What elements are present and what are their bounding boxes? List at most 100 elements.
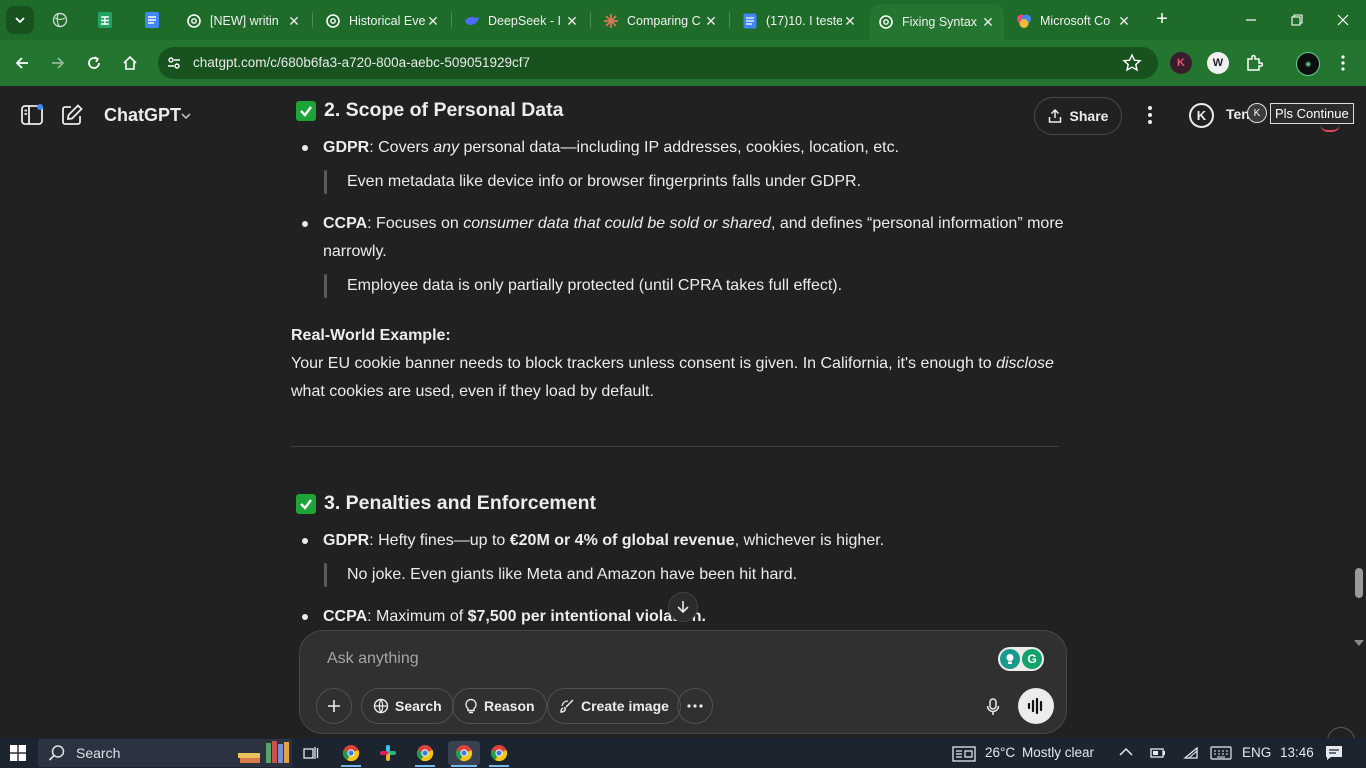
lightbulb-icon — [465, 698, 477, 714]
reload-button[interactable] — [81, 50, 107, 76]
taskbar-chrome-icon[interactable] — [338, 741, 364, 765]
keyboard-icon[interactable] — [1210, 746, 1232, 760]
tab-microsoft-copilot[interactable]: Microsoft Co ✕ — [1008, 6, 1140, 36]
openai-icon — [325, 13, 341, 29]
deepseek-icon — [464, 13, 480, 29]
search-button[interactable]: Search — [361, 688, 454, 724]
scrollbar-track[interactable] — [1352, 86, 1366, 646]
tab-strip: [NEW] writin ✕ Historical Eve ✕ DeepSeek… — [0, 0, 1366, 40]
example-label: Real-World Example: — [291, 327, 451, 344]
taskbar-search-label: Search — [76, 745, 121, 761]
sidebar-toggle-icon[interactable] — [20, 103, 44, 127]
back-button[interactable] — [9, 50, 35, 76]
extension-k-icon[interactable]: K — [1170, 52, 1192, 74]
create-image-button[interactable]: Create image — [547, 688, 681, 724]
new-tab-button[interactable]: + — [1150, 8, 1174, 32]
close-icon[interactable]: ✕ — [1116, 13, 1132, 29]
extension-w-icon[interactable]: W — [1207, 52, 1229, 74]
close-icon[interactable]: ✕ — [564, 13, 580, 29]
chevron-up-icon[interactable] — [1119, 747, 1133, 757]
url-text: chatgpt.com/c/680b6fa3-a720-800a-aebc-50… — [193, 55, 530, 70]
text-span: : Covers — [369, 139, 434, 156]
weather-temperature[interactable]: 26°C — [985, 745, 1015, 760]
taskbar-chrome-alt-icon[interactable] — [486, 741, 512, 765]
message-composer[interactable]: Ask anything G Search Reason Create imag… — [299, 630, 1067, 734]
composer-input[interactable]: Ask anything — [327, 650, 419, 668]
text-span: Your EU cookie banner needs to block tra… — [291, 355, 997, 372]
term-label: GDPR — [323, 532, 370, 549]
share-button[interactable]: Share — [1034, 97, 1122, 135]
pinned-tab-sheets[interactable] — [93, 8, 117, 32]
windows-taskbar: Search 26°C Mostly clear ENG 13:46 — [0, 738, 1366, 768]
claude-icon — [603, 13, 619, 29]
attach-button[interactable] — [316, 688, 352, 724]
close-icon[interactable]: ✕ — [286, 13, 302, 29]
more-tools-button[interactable] — [677, 688, 713, 724]
new-chat-icon[interactable] — [60, 103, 84, 127]
tab-test-doc[interactable]: (17)10. I teste ✕ — [734, 6, 866, 36]
lightbulb-icon[interactable] — [1000, 649, 1020, 669]
profile-avatar[interactable]: ◉ — [1296, 52, 1320, 76]
reason-button[interactable]: Reason — [452, 688, 547, 724]
grammarly-widget[interactable]: G — [998, 647, 1044, 671]
brush-icon — [560, 699, 574, 713]
scroll-down-arrow-icon[interactable] — [1354, 640, 1364, 646]
chevron-down-icon[interactable] — [180, 110, 192, 122]
list-item-gdpr-penalties: GDPR: Hefty fines—up to €20M or 4% of gl… — [323, 527, 884, 555]
restore-button[interactable] — [1274, 0, 1320, 40]
user-avatar[interactable]: K — [1189, 103, 1214, 128]
scrollbar-thumb[interactable] — [1355, 568, 1363, 598]
list-item-gdpr-scope: GDPR: Covers any personal data—including… — [323, 134, 899, 162]
site-info-icon[interactable] — [164, 53, 184, 73]
news-widget-icon[interactable] — [952, 746, 976, 762]
close-icon[interactable]: ✕ — [980, 14, 996, 30]
dictate-button[interactable] — [978, 692, 1008, 722]
bookmark-star-icon[interactable] — [1122, 53, 1142, 73]
blockquote-text: No joke. Even giants like Meta and Amazo… — [347, 566, 798, 583]
minimize-button[interactable] — [1228, 0, 1274, 40]
browser-menu-button[interactable] — [1332, 52, 1354, 74]
forward-button[interactable] — [45, 50, 71, 76]
home-button[interactable] — [117, 50, 143, 76]
address-bar[interactable]: chatgpt.com/c/680b6fa3-a720-800a-aebc-50… — [158, 47, 1158, 79]
wifi-icon[interactable] — [1183, 746, 1199, 760]
close-icon[interactable]: ✕ — [425, 13, 441, 29]
bold-text: €20M or 4% of global revenue — [509, 532, 735, 549]
heading-text: 2. Scope of Personal Data — [324, 99, 564, 121]
tab-search-button[interactable] — [6, 6, 34, 34]
tab-comparing[interactable]: Comparing C ✕ — [595, 6, 727, 36]
model-selector[interactable]: ChatGPT — [104, 105, 181, 126]
close-icon[interactable]: ✕ — [703, 13, 719, 29]
check-mark-icon — [296, 100, 316, 121]
grammarly-icon[interactable]: G — [1022, 649, 1042, 669]
scroll-to-bottom-button[interactable] — [668, 592, 698, 622]
tab-deepseek[interactable]: DeepSeek - I ✕ — [456, 6, 588, 36]
clock-time[interactable]: 13:46 — [1280, 745, 1314, 760]
conversation-content: 2. Scope of Personal Data GDPR: Covers a… — [0, 86, 1366, 634]
tab-title: [NEW] writin — [210, 14, 279, 28]
tab-historical-events[interactable]: Historical Eve ✕ — [317, 6, 449, 36]
voice-mode-button[interactable] — [1018, 688, 1054, 724]
more-options-icon[interactable] — [1138, 103, 1162, 127]
taskbar-chrome-active-icon[interactable] — [448, 741, 480, 765]
taskbar-slack-icon[interactable] — [375, 741, 401, 765]
text-span: personal data—including IP addresses, co… — [459, 139, 900, 156]
windows-start-icon[interactable] — [10, 745, 26, 761]
close-window-button[interactable] — [1320, 0, 1366, 40]
battery-icon[interactable] — [1150, 747, 1166, 759]
taskbar-chrome-profile-icon[interactable] — [412, 741, 438, 765]
task-view-icon[interactable] — [298, 741, 324, 765]
copilot-icon — [1016, 13, 1032, 29]
close-icon[interactable]: ✕ — [842, 13, 858, 29]
extensions-puzzle-icon[interactable] — [1243, 52, 1265, 74]
pinned-tab-globe[interactable] — [48, 8, 72, 32]
notifications-icon[interactable] — [1325, 745, 1343, 761]
tab-fixing-syntax[interactable]: Fixing Syntax ✕ — [870, 4, 1004, 40]
taskbar-search-box[interactable]: Search — [38, 739, 292, 767]
pinned-tab-docs[interactable] — [140, 8, 164, 32]
tab-new-writing[interactable]: [NEW] writin ✕ — [178, 6, 310, 36]
tab-title: Microsoft Co — [1040, 14, 1111, 28]
weather-condition[interactable]: Mostly clear — [1022, 745, 1094, 760]
input-language[interactable]: ENG — [1242, 745, 1271, 760]
blockquote-bar — [324, 563, 327, 587]
